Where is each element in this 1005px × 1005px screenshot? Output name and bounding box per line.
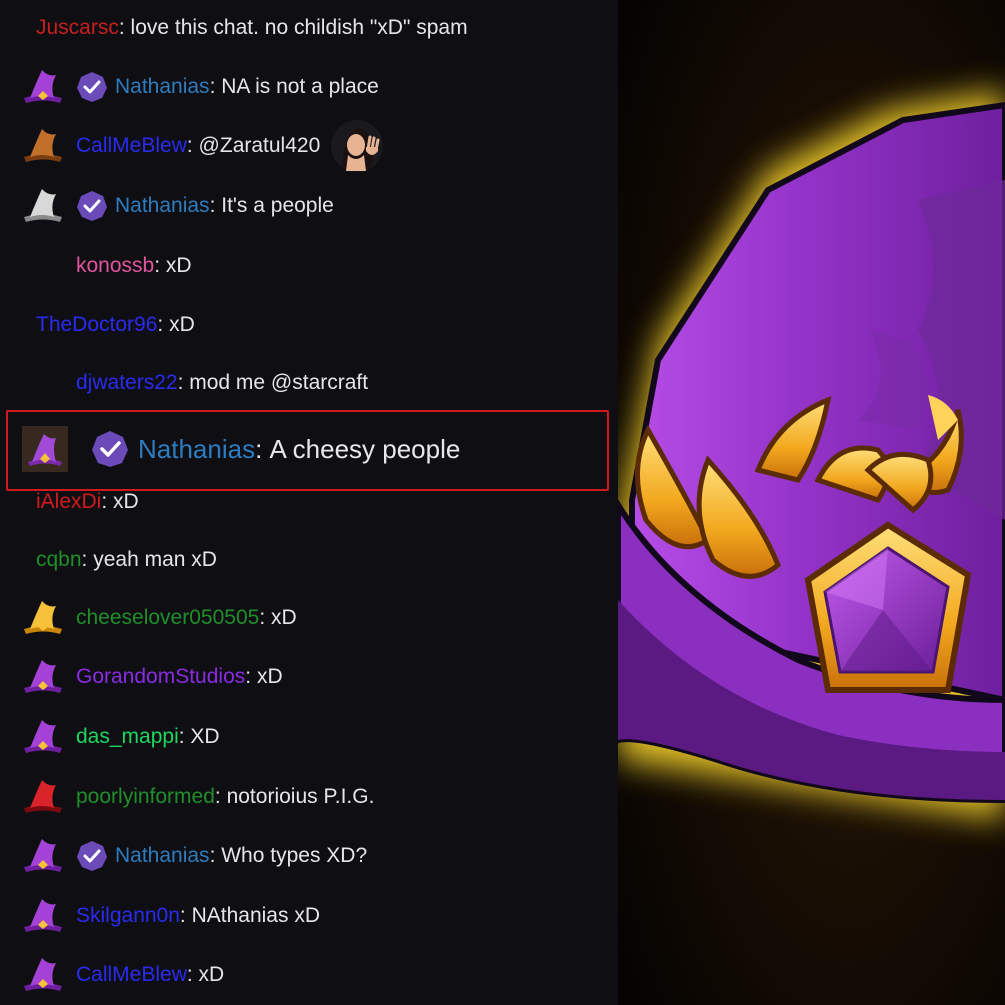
chat-separator: : [214, 785, 227, 808]
chat-separator: : [179, 904, 192, 927]
chat-separator: : [186, 134, 199, 157]
chat-username[interactable]: GorandomStudios [76, 665, 245, 689]
wave-emote-icon [330, 119, 384, 173]
wizard-hat-icon [22, 657, 64, 697]
verified-check-icon [76, 71, 108, 103]
wizard-hat-icon [22, 836, 64, 876]
highlight-message-text: A cheesy people [269, 433, 461, 464]
highlighted-message: Nathanias: A cheesy people [6, 410, 609, 491]
badge-spacer [64, 598, 76, 638]
chat-username[interactable]: das_mappi [76, 725, 179, 749]
chat-username[interactable]: Juscarsc [36, 16, 119, 40]
chat-message-text: mod me @starcraft [189, 371, 369, 394]
chat-message-text: xD [256, 665, 283, 688]
badge-spacer [64, 955, 76, 995]
chat-message-text: Who types XD? [221, 844, 368, 867]
wizard-hat-icon [22, 955, 64, 995]
chat-message-row: konossb: xD [0, 246, 618, 286]
chat-separator: : [209, 844, 222, 867]
chat-username[interactable]: Nathanias [115, 194, 210, 218]
chat-message-text: @Zaratul420 [198, 134, 321, 157]
chat-username[interactable]: CallMeBlew [76, 963, 187, 987]
chat-separator: : [81, 548, 94, 571]
chat-message-row: Skilgann0n: NAthanias xD [0, 896, 618, 936]
chat-separator: : [209, 75, 222, 98]
chat-separator: : [118, 16, 131, 39]
chat-message-text: NA is not a place [221, 75, 379, 98]
chat-message-row: Nathanias: NA is not a place [0, 67, 618, 107]
chat-message-text: xD [198, 963, 225, 986]
chat-message-text: xD [270, 606, 297, 629]
highlight-separator: : [255, 433, 270, 464]
chat-message-text: xD [169, 313, 195, 336]
chat-username[interactable]: cqbn [36, 548, 82, 572]
wizard-hat-icon [22, 186, 64, 226]
chat-username[interactable]: Nathanias [115, 844, 210, 868]
chat-separator: : [154, 254, 166, 277]
verified-check-icon [76, 190, 108, 222]
badge-spacer [64, 717, 76, 757]
wizard-hat-icon [22, 126, 64, 166]
badge-spacer [64, 186, 76, 226]
chat-message-row: CallMeBlew: xD [0, 955, 618, 995]
chat-username[interactable]: poorlyinformed [76, 785, 215, 809]
chat-username[interactable]: TheDoctor96 [36, 313, 157, 337]
badge-spacer [64, 777, 76, 817]
chat-message-text: xD [113, 490, 139, 513]
badge-spacer [64, 657, 76, 697]
badge-spacer [64, 126, 76, 166]
chat-message-text: NAthanias xD [191, 904, 320, 927]
badge-spacer [64, 896, 76, 936]
chat-username[interactable]: cheeselover050505 [76, 606, 259, 630]
chat-message-row: Nathanias: Who types XD? [0, 836, 618, 876]
chat-message-text: XD [190, 725, 220, 748]
chat-message-row: djwaters22: mod me @starcraft [0, 363, 618, 403]
chat-message-row: cheeselover050505: xD [0, 598, 618, 638]
chat-message-row: CallMeBlew: @Zaratul420 [0, 120, 618, 172]
chat-username[interactable]: iAlexDi [36, 490, 101, 514]
chat-message-text: love this chat. no childish "xD" spam [130, 16, 468, 39]
highlight-username[interactable]: Nathanias [138, 434, 255, 465]
wizard-hat-icon [22, 67, 64, 107]
chat-message-row: cqbn: yeah man xD [0, 540, 618, 580]
wizard-hat-icon [22, 598, 64, 638]
chat-message-text: notorioius P.I.G. [226, 785, 375, 808]
chat-separator: : [101, 490, 114, 513]
chat-separator: : [157, 313, 170, 336]
chat-separator: : [178, 725, 191, 748]
chat-separator: : [245, 665, 257, 688]
chat-message-row: Nathanias: It's a people [0, 186, 618, 226]
badge-spacer [64, 836, 76, 876]
chat-username[interactable]: Skilgann0n [76, 904, 180, 928]
wizard-hat-icon [22, 426, 68, 472]
chat-username[interactable]: CallMeBlew [76, 134, 187, 158]
verified-check-icon [90, 429, 130, 469]
badge-spacer [64, 67, 76, 107]
chat-message-text: yeah man xD [93, 548, 217, 571]
chat-separator: : [186, 963, 199, 986]
chat-username[interactable]: Nathanias [115, 75, 210, 99]
chat-username[interactable]: konossb [76, 254, 154, 278]
wizard-hat-icon [22, 777, 64, 817]
chat-message-row: poorlyinformed: notorioius P.I.G. [0, 777, 618, 817]
chat-message-row: TheDoctor96: xD [0, 305, 618, 345]
chat-message-row: GorandomStudios: xD [0, 657, 618, 697]
wizard-hat-artwork [618, 0, 1005, 1005]
chat-message-text: It's a people [221, 194, 334, 217]
chat-message-row: das_mappi: XD [0, 717, 618, 757]
chat-message-text: xD [165, 254, 192, 277]
chat-separator: : [259, 606, 271, 629]
chat-username[interactable]: djwaters22 [76, 371, 178, 395]
chat-message-row: Juscarsc: love this chat. no childish "x… [0, 8, 618, 48]
wizard-hat-icon [22, 896, 64, 936]
chat-separator: : [209, 194, 222, 217]
chat-separator: : [177, 371, 190, 394]
chat-panel: Juscarsc: love this chat. no childish "x… [0, 0, 618, 1005]
wizard-hat-icon [22, 717, 64, 757]
verified-check-icon [76, 840, 108, 872]
